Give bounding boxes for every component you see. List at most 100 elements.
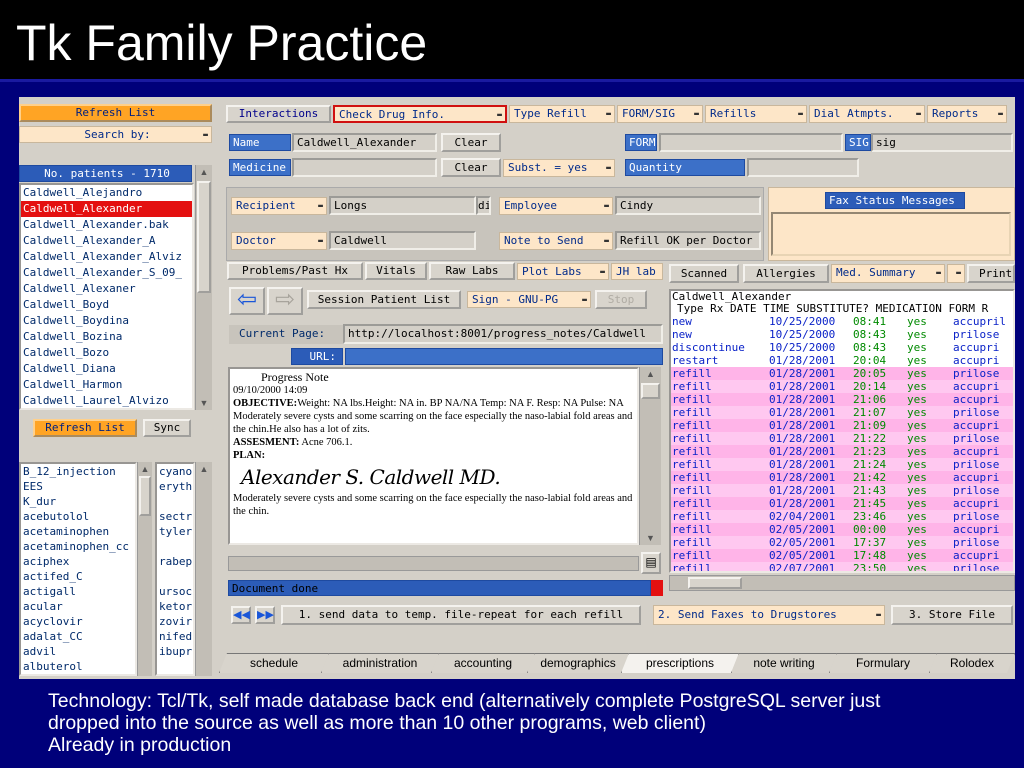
reports-menu[interactable]: Reports: [927, 105, 1007, 123]
scroll-up-icon[interactable]: ▲: [640, 369, 661, 379]
scroll-thumb[interactable]: [139, 476, 151, 516]
patient-list-item[interactable]: Caldwell_Alexaner: [21, 281, 192, 297]
refresh-list-bottom-button[interactable]: Refresh List: [33, 419, 137, 437]
medicine-field[interactable]: [292, 158, 437, 177]
stop-button[interactable]: Stop: [595, 290, 647, 309]
patient-list-item[interactable]: Caldwell_Alexander.bak: [21, 217, 192, 233]
check-drug-info-menu[interactable]: Check Drug Info.: [333, 105, 507, 123]
drug-list-item[interactable]: actifed_C: [21, 569, 135, 584]
patient-list-item[interactable]: Caldwell_Bozina: [21, 329, 192, 345]
clear-medicine-button[interactable]: Clear: [441, 158, 501, 177]
employee-field[interactable]: Cindy: [615, 196, 761, 215]
drug-list2-item[interactable]: [157, 569, 193, 584]
clear-name-button[interactable]: Clear: [441, 133, 501, 152]
drug-list2-scrollbar[interactable]: ▲: [195, 462, 212, 676]
patient-list-item[interactable]: Caldwell_Alejandro: [21, 185, 192, 201]
med-row[interactable]: refill 01/28/2001 21:07 yes prilose: [671, 406, 1013, 419]
refills-menu[interactable]: Refills: [705, 105, 807, 123]
drug-list2-item[interactable]: ursoc: [157, 584, 193, 599]
type-refill-menu[interactable]: Type Refill: [509, 105, 615, 123]
patient-list-item[interactable]: Caldwell_Alexander_S_09_: [21, 265, 192, 281]
tab-note-writing[interactable]: note writing: [731, 653, 837, 673]
patient-list-item[interactable]: Caldwell_Boyd: [21, 297, 192, 313]
forward-arrow-icon[interactable]: ⇨: [267, 287, 303, 315]
next-icon[interactable]: ▶▶: [255, 606, 275, 624]
recipient-menu[interactable]: Recipient: [231, 197, 327, 215]
refresh-list-button[interactable]: Refresh List: [19, 104, 212, 122]
note-to-send-field[interactable]: Refill OK per Doctor: [615, 231, 761, 250]
med-row[interactable]: refill 01/28/2001 21:06 yes accupri: [671, 393, 1013, 406]
scroll-up-icon[interactable]: ▲: [196, 464, 212, 474]
scroll-up-icon[interactable]: ▲: [196, 167, 212, 177]
med-hscrollbar[interactable]: [669, 575, 1015, 591]
drug-list2-item[interactable]: ketor: [157, 599, 193, 614]
sync-button[interactable]: Sync: [143, 419, 191, 437]
interactions-button[interactable]: Interactions: [226, 105, 331, 123]
document-hscrollbar[interactable]: [228, 556, 639, 571]
patient-list-item[interactable]: Caldwell_Laurel_Alvizo: [21, 393, 192, 408]
med-row[interactable]: refill 02/05/2001 00:00 yes accupri: [671, 523, 1013, 536]
session-patient-list-button[interactable]: Session Patient List: [307, 290, 461, 309]
note-to-send-menu[interactable]: Note to Send: [499, 232, 613, 250]
scroll-up-icon[interactable]: ▲: [138, 464, 152, 474]
med-row[interactable]: refill 01/28/2001 21:24 yes prilose: [671, 458, 1013, 471]
patient-list-item[interactable]: Caldwell_Diana: [21, 361, 192, 377]
med-row[interactable]: discontinue 10/25/2000 08:43 yes accupri: [671, 341, 1013, 354]
drug-list2-item[interactable]: [157, 539, 193, 554]
med-row[interactable]: refill 01/28/2001 21:42 yes accupri: [671, 471, 1013, 484]
url-field[interactable]: [345, 348, 663, 365]
drug-list-scrollbar[interactable]: ▲: [137, 462, 152, 676]
patient-list-item[interactable]: Caldwell_Harmon: [21, 377, 192, 393]
med-row[interactable]: restart 01/28/2001 20:04 yes accupri: [671, 354, 1013, 367]
med-row[interactable]: refill 01/28/2001 21:22 yes prilose: [671, 432, 1013, 445]
sig-field[interactable]: sig: [871, 133, 1013, 152]
first-icon[interactable]: ◀◀: [231, 606, 251, 624]
drug-list2-item[interactable]: eryth: [157, 479, 193, 494]
print-button[interactable]: Print: [967, 264, 1015, 283]
tab-problems[interactable]: Problems/Past Hx: [227, 262, 363, 280]
patient-list-item[interactable]: Caldwell_Alexander: [21, 201, 192, 217]
doctor-menu[interactable]: Doctor: [231, 232, 327, 250]
drug-list-item[interactable]: EES: [21, 479, 135, 494]
dial-attempts-menu[interactable]: Dial Atmpts.: [809, 105, 925, 123]
tab-demographics[interactable]: demographics: [527, 653, 629, 673]
med-row[interactable]: refill 01/28/2001 21:23 yes accupri: [671, 445, 1013, 458]
patient-list-item[interactable]: Caldwell_Bozo: [21, 345, 192, 361]
drug-list-item[interactable]: acular: [21, 599, 135, 614]
drug-list-item[interactable]: B_12_injection: [21, 464, 135, 479]
drug-list2-item[interactable]: nifed: [157, 629, 193, 644]
sign-gnupg-menu[interactable]: Sign - GNU-PG: [467, 291, 591, 308]
drug-list-item[interactable]: K_dur: [21, 494, 135, 509]
store-file-button[interactable]: 3. Store File: [891, 605, 1013, 625]
tab-schedule[interactable]: schedule: [219, 653, 329, 673]
med-row[interactable]: refill 01/28/2001 20:14 yes accupri: [671, 380, 1013, 393]
quantity-field[interactable]: [747, 158, 859, 177]
med-row[interactable]: refill 01/28/2001 21:09 yes accupri: [671, 419, 1013, 432]
med-row[interactable]: new 10/25/2000 08:41 yes accupril: [671, 315, 1013, 328]
drug-list-item[interactable]: aciphex: [21, 554, 135, 569]
plot-labs-menu[interactable]: Plot Labs: [517, 263, 609, 280]
med-summary-menu[interactable]: Med. Summary: [831, 264, 945, 283]
med-row[interactable]: refill 02/07/2001 23:50 yes prilose: [671, 562, 1013, 571]
send-data-button[interactable]: 1. send data to temp. file-repeat for ea…: [281, 605, 641, 625]
patient-list-item[interactable]: Caldwell_Boydina: [21, 313, 192, 329]
search-by-menu[interactable]: Search by:: [19, 126, 212, 143]
tab-rolodex[interactable]: Rolodex: [929, 653, 1015, 673]
drug-list-item[interactable]: acetaminophen_cc: [21, 539, 135, 554]
patient-list-item[interactable]: Caldwell_Alexander_Alviz: [21, 249, 192, 265]
med-row[interactable]: refill 01/28/2001 21:45 yes accupri: [671, 497, 1013, 510]
med-row[interactable]: refill 02/04/2001 23:46 yes prilose: [671, 510, 1013, 523]
scroll-thumb[interactable]: [688, 577, 742, 589]
drug-list2-item[interactable]: [157, 494, 193, 509]
back-arrow-icon[interactable]: ⇦: [229, 287, 265, 315]
recipient-field[interactable]: Longs: [329, 196, 476, 215]
patient-list-item[interactable]: Caldwell_Alexander_A: [21, 233, 192, 249]
doctor-field[interactable]: Caldwell: [329, 231, 476, 250]
page-icon[interactable]: ▤: [641, 552, 661, 574]
med-extra-menu[interactable]: [947, 264, 965, 283]
drug-list-secondary[interactable]: cyano eryth sectr tyler rabep ursoc ketor zovir…: [155, 462, 195, 676]
tab-vitals[interactable]: Vitals: [365, 262, 427, 280]
drug-list2-item[interactable]: tyler: [157, 524, 193, 539]
drug-list2-item[interactable]: cyano: [157, 464, 193, 479]
tab-administration[interactable]: administration: [321, 653, 439, 673]
